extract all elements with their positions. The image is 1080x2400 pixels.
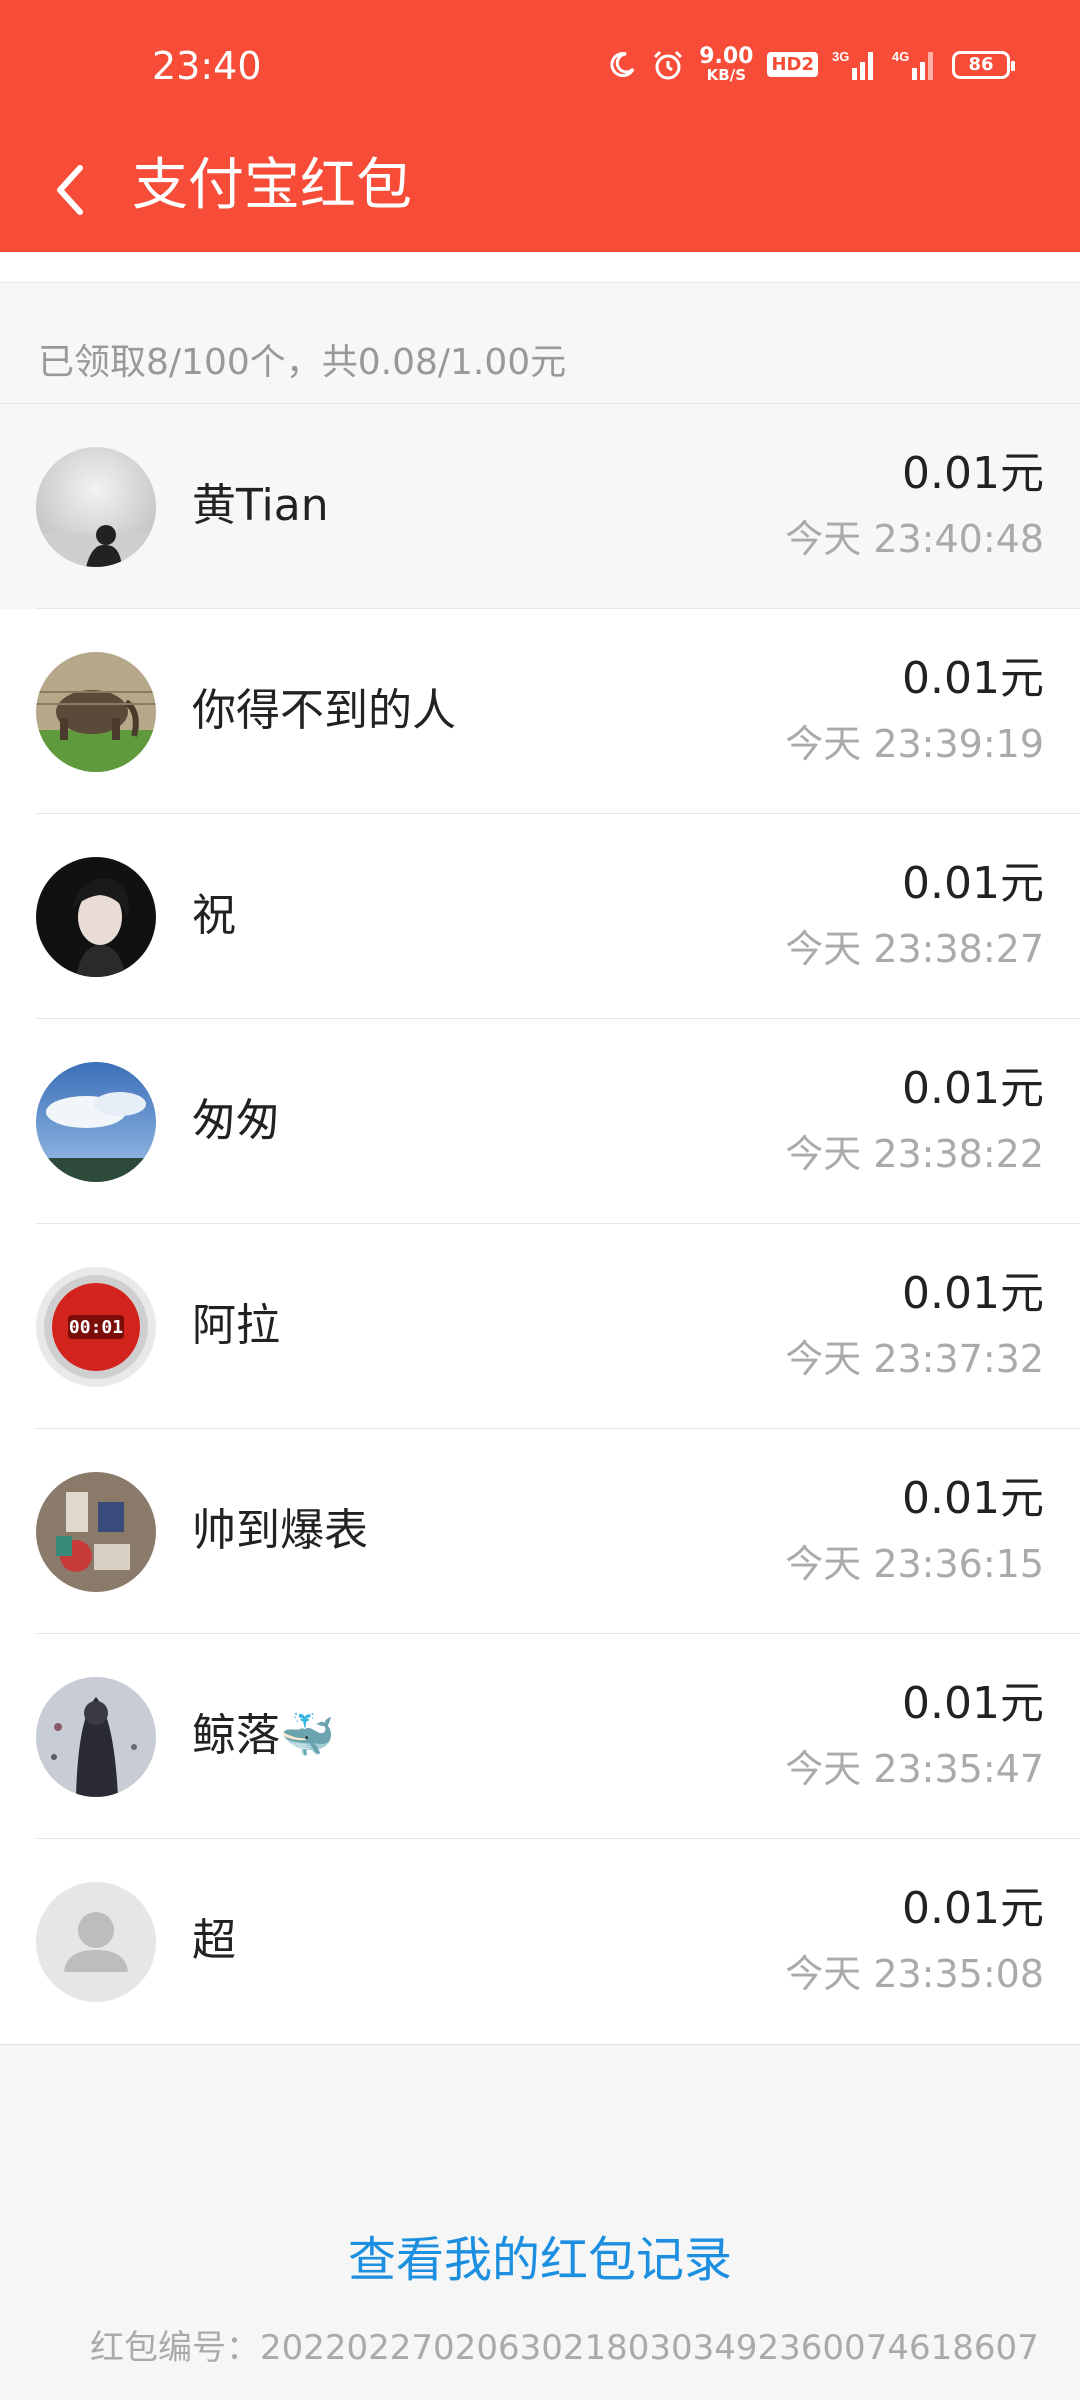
- signal-icon: 4G: [892, 48, 938, 82]
- avatar: [36, 652, 156, 772]
- avatar: 00:01: [36, 1267, 156, 1387]
- claim-summary: 已领取8/100个，共0.08/1.00元: [0, 282, 1080, 404]
- nav-bar: 支付宝红包: [0, 136, 1080, 252]
- header-spacer: [0, 252, 1080, 282]
- avatar: [36, 1882, 156, 2002]
- svg-text:3G: 3G: [832, 49, 849, 64]
- claim-amount: 0.01元: [902, 1268, 1044, 1319]
- claim-amount: 0.01元: [902, 653, 1044, 704]
- network-speed-value: 9.00: [699, 44, 754, 69]
- page-title: 支付宝红包: [132, 153, 412, 218]
- default-person-icon: [36, 1882, 156, 2002]
- list-item[interactable]: 匆匆 0.01元 今天 23:38:22: [0, 1019, 1080, 1224]
- moon-icon: [607, 50, 637, 80]
- avatar: [36, 1472, 156, 1592]
- claimer-name: 阿拉: [192, 1300, 280, 1351]
- summary-text: 已领取8/100个，共0.08/1.00元: [38, 342, 567, 383]
- app-header: 23:40 9.00 KB/S HD2 3G 4G 86 支付宝红包: [0, 0, 1080, 252]
- svg-text:00:01: 00:01: [69, 1317, 123, 1338]
- claim-time: 今天 23:39:19: [785, 722, 1044, 766]
- view-my-records-link[interactable]: 查看我的红包记录: [0, 2220, 1080, 2290]
- claimer-name: 鲸落🐳: [192, 1710, 335, 1761]
- list-item[interactable]: 鲸落🐳 0.01元 今天 23:35:47: [0, 1634, 1080, 1839]
- status-bar: 23:40 9.00 KB/S HD2 3G 4G 86: [0, 0, 1080, 136]
- list-item[interactable]: 祝 0.01元 今天 23:38:27: [0, 814, 1080, 1019]
- network-speed: 9.00 KB/S: [699, 46, 753, 83]
- claimer-name: 你得不到的人: [192, 685, 456, 736]
- claimer-name: 超: [192, 1915, 236, 1966]
- claim-amount: 0.01元: [902, 1473, 1044, 1524]
- alarm-icon: [651, 48, 685, 82]
- avatar: [36, 1062, 156, 1182]
- signal-icon: 3G: [832, 48, 878, 82]
- claim-amount: 0.01元: [902, 1883, 1044, 1934]
- battery-indicator: 86: [952, 50, 1015, 79]
- chevron-left-icon: [57, 165, 83, 215]
- claim-time: 今天 23:38:22: [785, 1132, 1044, 1176]
- claim-list: 黄Tian 0.01元 今天 23:40:48 你得不到的人 0.01元 今天 …: [0, 404, 1080, 2045]
- list-item[interactable]: 你得不到的人 0.01元 今天 23:39:19: [0, 609, 1080, 814]
- claim-amount: 0.01元: [902, 1678, 1044, 1729]
- status-icons: 9.00 KB/S HD2 3G 4G 86: [607, 46, 1015, 83]
- claimer-name: 帅到爆表: [192, 1505, 368, 1556]
- claim-time: 今天 23:35:08: [785, 1952, 1044, 1996]
- list-item[interactable]: 黄Tian 0.01元 今天 23:40:48: [0, 404, 1080, 609]
- list-item[interactable]: 00:01 阿拉 0.01元 今天 23:37:32: [0, 1224, 1080, 1429]
- claim-amount: 0.01元: [902, 1063, 1044, 1114]
- claim-time: 今天 23:38:27: [785, 927, 1044, 971]
- claimer-name: 黄Tian: [192, 480, 329, 531]
- claim-time: 今天 23:40:48: [785, 517, 1044, 561]
- list-item[interactable]: 帅到爆表 0.01元 今天 23:36:15: [0, 1429, 1080, 1634]
- claim-amount: 0.01元: [902, 448, 1044, 499]
- avatar: [36, 857, 156, 977]
- claimer-name: 匆匆: [192, 1095, 280, 1146]
- claim-amount: 0.01元: [902, 858, 1044, 909]
- list-item[interactable]: 超 0.01元 今天 23:35:08: [0, 1839, 1080, 2044]
- claim-time: 今天 23:35:47: [785, 1747, 1044, 1791]
- svg-text:4G: 4G: [892, 49, 909, 64]
- claim-time: 今天 23:36:15: [785, 1542, 1044, 1586]
- status-time: 23:40: [152, 44, 262, 88]
- back-button[interactable]: [40, 150, 100, 230]
- avatar: [36, 1677, 156, 1797]
- avatar: [36, 447, 156, 567]
- packet-id: 红包编号：20220227020630218030349236007461860…: [90, 2328, 1039, 2368]
- claim-time: 今天 23:37:32: [785, 1337, 1044, 1381]
- claimer-name: 祝: [192, 890, 236, 941]
- hd-badge: HD2: [767, 52, 818, 77]
- network-speed-unit: KB/S: [706, 66, 746, 84]
